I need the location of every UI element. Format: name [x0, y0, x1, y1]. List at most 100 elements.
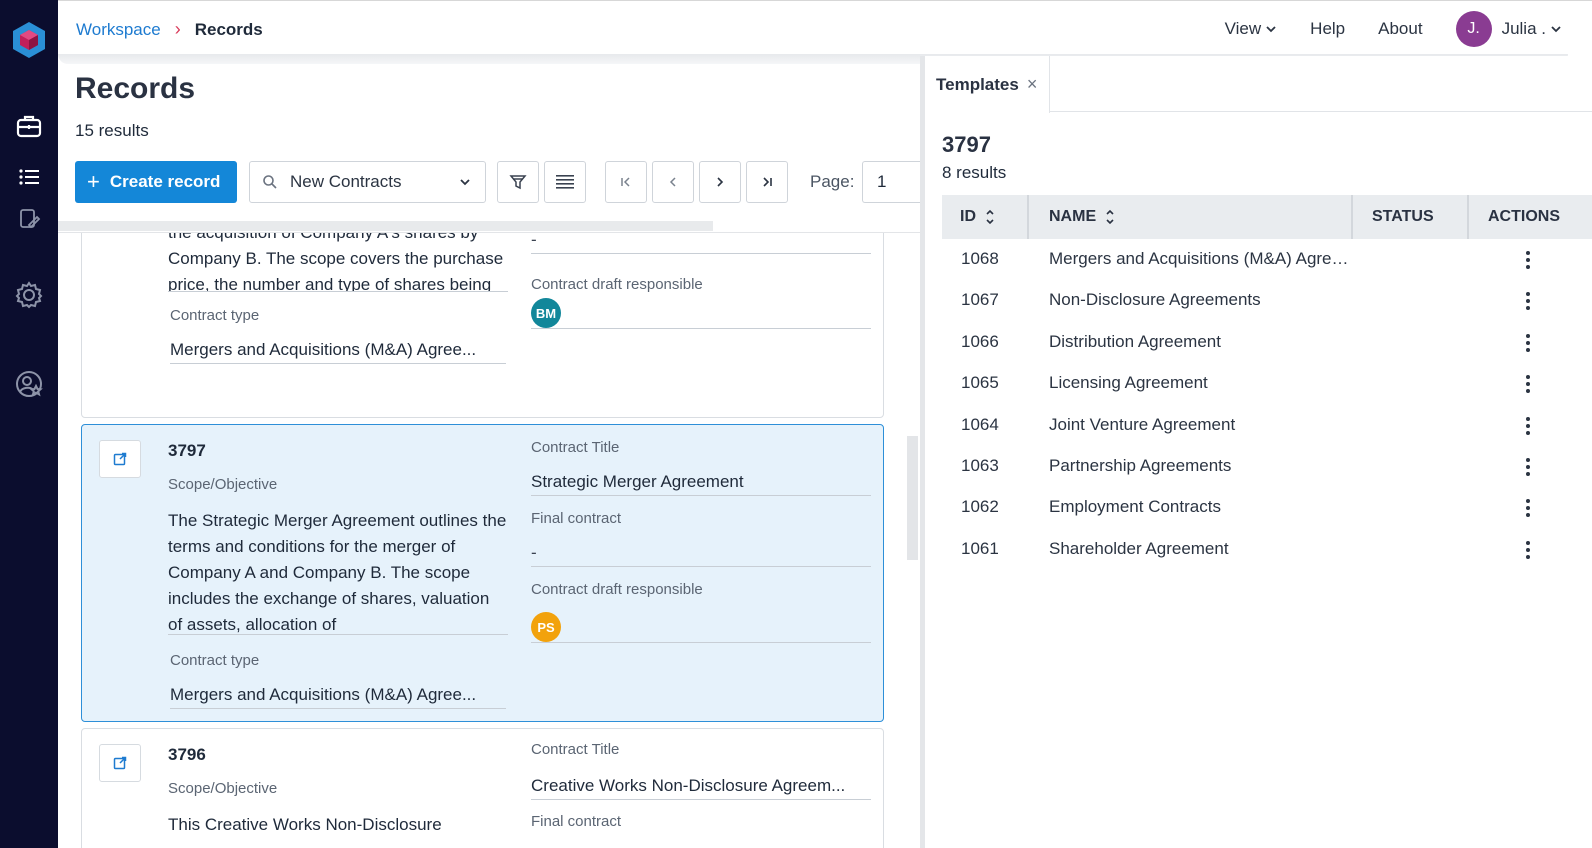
list-view-icon: [556, 175, 574, 189]
vertical-scrollbar[interactable]: [907, 436, 918, 560]
last-page-icon: [763, 177, 772, 187]
table-row[interactable]: 1062 Employment Contracts: [942, 487, 1592, 528]
scope-text: the acquisition of Company A's shares by…: [168, 233, 508, 292]
column-divider: [1351, 195, 1353, 239]
filter-icon: [509, 175, 527, 190]
templates-heading: 3797: [942, 132, 991, 157]
responsible-avatar: PS: [531, 612, 561, 642]
next-page-icon: [717, 177, 724, 187]
user-menu[interactable]: J. Julia .: [1455, 11, 1562, 47]
templates-tabbar: Templates ×: [925, 56, 1592, 113]
kebab-menu-icon[interactable]: [1518, 371, 1538, 397]
field-underline: [531, 328, 871, 329]
user-star-icon[interactable]: [14, 369, 44, 399]
contract-title-label: Contract Title: [531, 439, 620, 456]
top-nav: View Help About J. Julia .: [1225, 11, 1562, 47]
record-card-selected[interactable]: 3797 Scope/Objective The Strategic Merge…: [81, 424, 884, 722]
open-record-button[interactable]: [99, 440, 141, 478]
last-page-button[interactable]: [746, 161, 788, 203]
table-row[interactable]: 1066 Distribution Agreement: [942, 322, 1592, 363]
prev-page-button[interactable]: [652, 161, 694, 203]
search-icon: [263, 175, 277, 189]
record-card[interactable]: 3796 Scope/Objective This Creative Works…: [81, 728, 884, 848]
close-icon[interactable]: ×: [1027, 74, 1038, 95]
help-link[interactable]: Help: [1310, 19, 1345, 39]
template-name: Shareholder Agreement: [1049, 539, 1229, 558]
document-edit-icon[interactable]: [14, 204, 44, 234]
record-card[interactable]: the acquisition of Company A's shares by…: [81, 233, 884, 418]
kebab-menu-icon[interactable]: [1518, 454, 1538, 480]
contract-type-value: Mergers and Acquisitions (M&A) Agree...: [170, 340, 506, 364]
column-header-id[interactable]: ID: [960, 195, 995, 239]
open-external-icon: [113, 756, 127, 770]
sort-icon: [1106, 209, 1114, 225]
gear-icon[interactable]: [14, 280, 44, 310]
kebab-menu-icon[interactable]: [1518, 413, 1538, 439]
template-id: 1065: [961, 373, 999, 392]
create-record-button[interactable]: + Create record: [75, 161, 237, 203]
kebab-menu-icon[interactable]: [1518, 247, 1538, 273]
table-row[interactable]: 1061 Shareholder Agreement: [942, 529, 1592, 570]
template-id: 1062: [961, 497, 999, 516]
tab-templates-label: Templates: [936, 74, 1019, 94]
template-id: 1063: [961, 456, 999, 475]
template-id: 1064: [961, 415, 999, 434]
table-row[interactable]: 1067 Non-Disclosure Agreements: [942, 280, 1592, 321]
template-name: Non-Disclosure Agreements: [1049, 290, 1261, 309]
table-row[interactable]: 1068 Mergers and Acquisitions (M&A) Agre…: [942, 239, 1592, 280]
template-id: 1066: [961, 332, 999, 351]
next-page-button[interactable]: [699, 161, 741, 203]
template-id: 1067: [961, 290, 999, 309]
template-name: Employment Contracts: [1049, 497, 1221, 516]
list-view-button[interactable]: [544, 161, 586, 203]
final-contract-label: Final contract: [531, 510, 622, 527]
table-row[interactable]: 1064 Joint Venture Agreement: [942, 405, 1592, 446]
column-divider: [1027, 195, 1029, 239]
open-record-button[interactable]: [99, 744, 141, 782]
scope-text-content: the acquisition of Company A's shares by…: [168, 233, 504, 292]
table-row[interactable]: 1065 Licensing Agreement: [942, 363, 1592, 404]
create-record-label: Create record: [109, 172, 221, 191]
kebab-menu-icon[interactable]: [1518, 495, 1538, 521]
contract-draft-responsible-label: Contract draft responsible: [531, 276, 703, 293]
kebab-menu-icon[interactable]: [1518, 288, 1538, 314]
about-link[interactable]: About: [1378, 19, 1422, 39]
user-name: Julia .: [1501, 19, 1546, 38]
templates-results-count: 8 results: [942, 163, 1007, 182]
template-name: Mergers and Acquisitions (M&A) Agree...: [1049, 249, 1349, 268]
horizontal-scrollbar[interactable]: [58, 221, 713, 231]
page-input[interactable]: 1: [862, 161, 920, 203]
list-icon[interactable]: [14, 162, 44, 192]
breadcrumb-current: Records: [194, 19, 263, 39]
breadcrumb-workspace-link[interactable]: Workspace: [76, 20, 161, 40]
templates-pane: Templates × 3797 8 results ID NAME STATU…: [925, 56, 1592, 848]
scope-text: The Strategic Merger Agreement outlines …: [168, 508, 508, 635]
logo-cube-icon[interactable]: [10, 20, 48, 60]
record-id: 3797: [168, 441, 206, 460]
side-rail: [0, 0, 58, 848]
records-pane: Records 15 results + Create record New C…: [58, 64, 920, 848]
column-header-actions: ACTIONS: [1488, 208, 1560, 225]
first-page-button[interactable]: [605, 161, 647, 203]
filter-button[interactable]: [497, 161, 539, 203]
top-bar: Workspace › Records View Help About J. J…: [58, 0, 1592, 56]
kebab-menu-icon[interactable]: [1518, 537, 1538, 563]
final-contract-label: Final contract: [531, 813, 622, 830]
view-menu[interactable]: View: [1225, 19, 1278, 39]
contract-title-label: Contract Title: [531, 741, 620, 758]
records-toolbar: + Create record New Contracts Page: 1: [75, 161, 920, 203]
table-row[interactable]: 1063 Partnership Agreements: [942, 446, 1592, 487]
contract-title-value: Creative Works Non-Disclosure Agreem...: [531, 776, 871, 800]
kebab-menu-icon[interactable]: [1518, 330, 1538, 356]
field-underline: [531, 642, 871, 643]
view-filter-select[interactable]: New Contracts: [249, 161, 486, 203]
briefcase-icon[interactable]: [14, 111, 44, 141]
column-header-name[interactable]: NAME: [1049, 195, 1115, 239]
column-header-status[interactable]: STATUS: [1372, 195, 1434, 239]
scope-text: This Creative Works Non-Disclosure: [168, 815, 442, 834]
templates-table-header: ID NAME STATUS ACTIONS: [942, 195, 1592, 239]
template-name: Licensing Agreement: [1049, 373, 1208, 392]
contract-type-label: Contract type: [170, 307, 260, 324]
tab-templates[interactable]: Templates ×: [925, 56, 1050, 113]
sort-icon: [986, 209, 994, 225]
